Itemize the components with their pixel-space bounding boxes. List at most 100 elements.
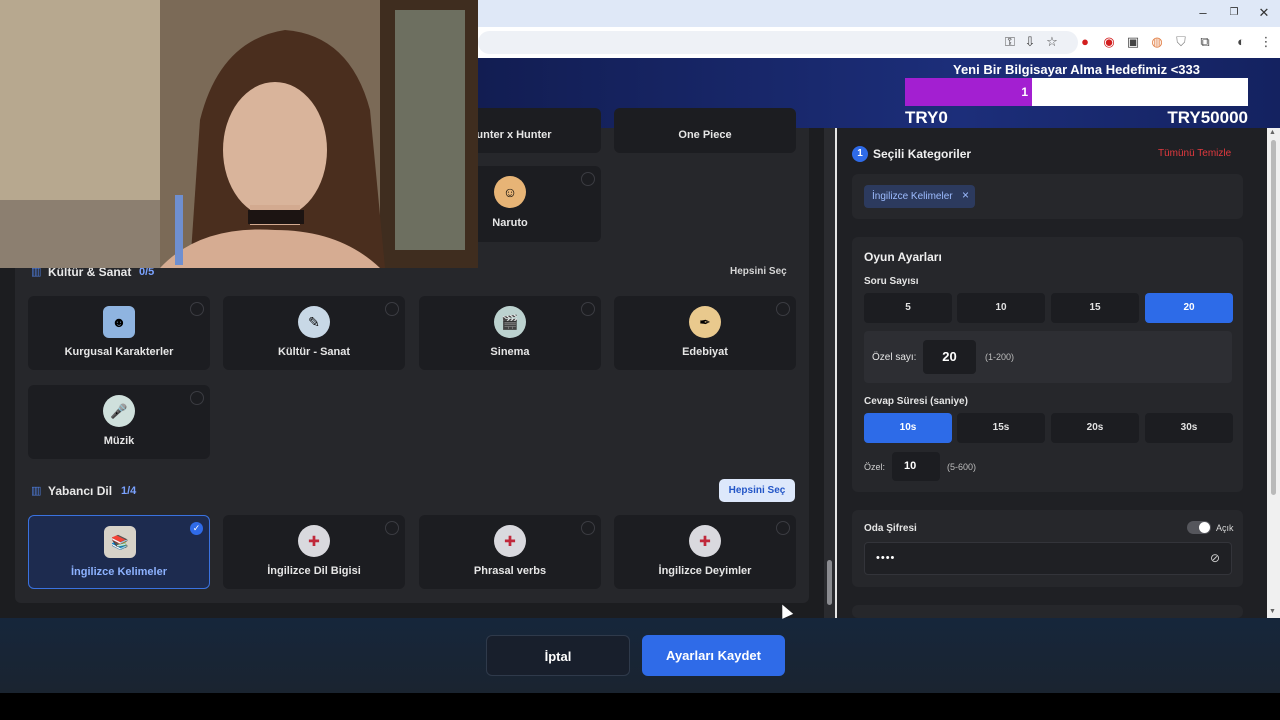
category-label: Edebiyat <box>682 346 728 358</box>
radio-icon <box>581 302 595 316</box>
question-option-10[interactable]: 10 <box>957 293 1045 323</box>
goal-min-label: TRY0 <box>905 108 948 127</box>
key-icon[interactable]: ⚿ <box>1000 33 1020 51</box>
category-card[interactable]: ✚ İngilizce Dil Bigisi <box>223 515 405 589</box>
step-badge: 1 <box>852 146 868 162</box>
star-icon[interactable]: ☆ <box>1042 33 1062 51</box>
toggle-knob <box>1199 522 1210 533</box>
toggle-label: Açık <box>1216 523 1234 533</box>
menu-icon[interactable]: ⋮ <box>1256 33 1276 51</box>
question-count-label: Soru Sayısı <box>864 276 919 287</box>
select-all-button[interactable]: Hepsini Seç <box>730 266 787 277</box>
selected-chip: İngilizce Kelimeler <box>864 185 975 208</box>
category-label: One Piece <box>678 129 732 141</box>
category-card[interactable]: 🎤 Müzik <box>28 385 210 459</box>
radio-icon <box>776 521 790 535</box>
close-icon[interactable]: ✕ <box>1249 4 1279 22</box>
radio-icon <box>190 302 204 316</box>
category-card[interactable]: ✒ Edebiyat <box>614 296 796 370</box>
category-card[interactable]: ✎ Kültür - Sanat <box>223 296 405 370</box>
address-bar[interactable] <box>478 31 1078 54</box>
webcam-image <box>0 0 478 268</box>
selected-categories-title: Seçili Kategoriler <box>873 147 972 161</box>
cinema-icon: 🎬 <box>494 306 526 338</box>
select-all-button[interactable]: Hepsini Seç <box>719 479 795 502</box>
scroll-up-icon[interactable]: ▲ <box>1269 129 1276 136</box>
category-card[interactable]: 🎬 Sinema <box>419 296 601 370</box>
radio-icon <box>581 521 595 535</box>
question-option-5[interactable]: 5 <box>864 293 952 323</box>
section-title: Yabancı Dil <box>48 484 113 498</box>
uk-flag-icon: ✚ <box>298 525 330 557</box>
record-icon[interactable]: ◉ <box>1099 33 1119 51</box>
custom-time-input[interactable]: 10 <box>892 452 940 481</box>
opera-icon[interactable]: ● <box>1075 33 1095 51</box>
culture-icon: ✎ <box>298 306 330 338</box>
radio-icon <box>385 302 399 316</box>
password-input[interactable] <box>864 542 1232 575</box>
custom-time-range: (5-600) <box>947 462 977 472</box>
category-scrollbar-thumb[interactable] <box>827 560 832 605</box>
category-card-selected[interactable]: ✓ 📚 İngilizce Kelimeler <box>28 515 210 589</box>
goal-title: Yeni Bir Bilgisayar Alma Hedefimiz <333 <box>953 62 1200 77</box>
category-card[interactable]: ✚ İngilizce Deyimler <box>614 515 796 589</box>
category-label: İngilizce Kelimeler <box>71 566 167 578</box>
characters-icon: ☻ <box>103 306 135 338</box>
room-password-title: Oda Şifresi <box>864 523 917 534</box>
custom-count-input[interactable]: 20 <box>923 340 976 374</box>
time-option-10s[interactable]: 10s <box>864 413 952 443</box>
category-label: Phrasal verbs <box>473 565 547 577</box>
puzzle-icon[interactable]: ⧉ <box>1195 33 1215 51</box>
category-card[interactable]: ☻ Kurgusal Karakterler <box>28 296 210 370</box>
category-label: Kurgusal Karakterler <box>64 346 174 358</box>
goal-progress-value: 1 <box>1021 85 1028 99</box>
literature-icon: ✒ <box>689 306 721 338</box>
goal-max-label: TRY50000 <box>1167 108 1248 127</box>
chip-label: İngilizce Kelimeler <box>872 191 953 202</box>
password-toggle[interactable] <box>1187 521 1211 534</box>
section-count: 1/4 <box>121 485 137 497</box>
custom-count-row <box>864 331 1232 383</box>
category-scrollbar[interactable] <box>824 128 835 618</box>
restore-icon[interactable]: ❐ <box>1219 4 1249 22</box>
cancel-button[interactable]: İptal <box>486 635 630 676</box>
radio-icon <box>581 172 595 186</box>
category-label: İngilizce Deyimler <box>658 565 752 577</box>
clear-all-button[interactable]: Tümünü Temizle <box>1158 148 1231 159</box>
question-option-20[interactable]: 20 <box>1145 293 1233 323</box>
uk-flag-icon: ✚ <box>494 525 526 557</box>
building-icon: ▥ <box>31 485 42 497</box>
page-scrollbar-thumb[interactable] <box>1271 140 1276 495</box>
save-settings-button[interactable]: Ayarları Kaydet <box>642 635 785 676</box>
chip-remove-icon[interactable]: × <box>962 188 969 202</box>
minimize-icon[interactable]: – <box>1188 4 1218 22</box>
radio-icon <box>190 391 204 405</box>
fox-icon[interactable]: ◍ <box>1147 33 1167 51</box>
category-label: İngilizce Dil Bigisi <box>267 565 361 577</box>
shield-icon[interactable]: ⛉ <box>1171 33 1191 51</box>
install-icon[interactable]: ⇩ <box>1020 33 1040 51</box>
scroll-down-icon[interactable]: ▼ <box>1269 608 1276 615</box>
time-option-20s[interactable]: 20s <box>1051 413 1139 443</box>
category-card[interactable]: ✚ Phrasal verbs <box>419 515 601 589</box>
custom-time-label: Özel: <box>864 462 886 472</box>
time-option-30s[interactable]: 30s <box>1145 413 1233 443</box>
eye-off-icon[interactable]: ⊘ <box>1210 551 1220 565</box>
custom-count-range: (1-200) <box>985 352 1015 362</box>
webcam-overlay <box>0 0 478 268</box>
custom-count-label: Özel sayı: <box>872 352 917 363</box>
extension-icon[interactable]: ▣ <box>1123 33 1143 51</box>
answer-time-label: Cevap Süresi (saniye) <box>864 396 968 407</box>
profile-icon[interactable]: ◐ <box>1231 33 1251 51</box>
radio-icon <box>385 521 399 535</box>
check-icon: ✓ <box>190 522 203 535</box>
radio-icon <box>776 302 790 316</box>
uk-flag-icon: ✚ <box>689 525 721 557</box>
microphone-icon: 🎤 <box>103 395 135 427</box>
footer-bar <box>0 618 1280 693</box>
time-option-15s[interactable]: 15s <box>957 413 1045 443</box>
category-card[interactable]: One Piece <box>614 108 796 153</box>
dictionary-icon: 📚 <box>104 526 136 558</box>
question-option-15[interactable]: 15 <box>1051 293 1139 323</box>
category-label: Müzik <box>103 435 135 447</box>
